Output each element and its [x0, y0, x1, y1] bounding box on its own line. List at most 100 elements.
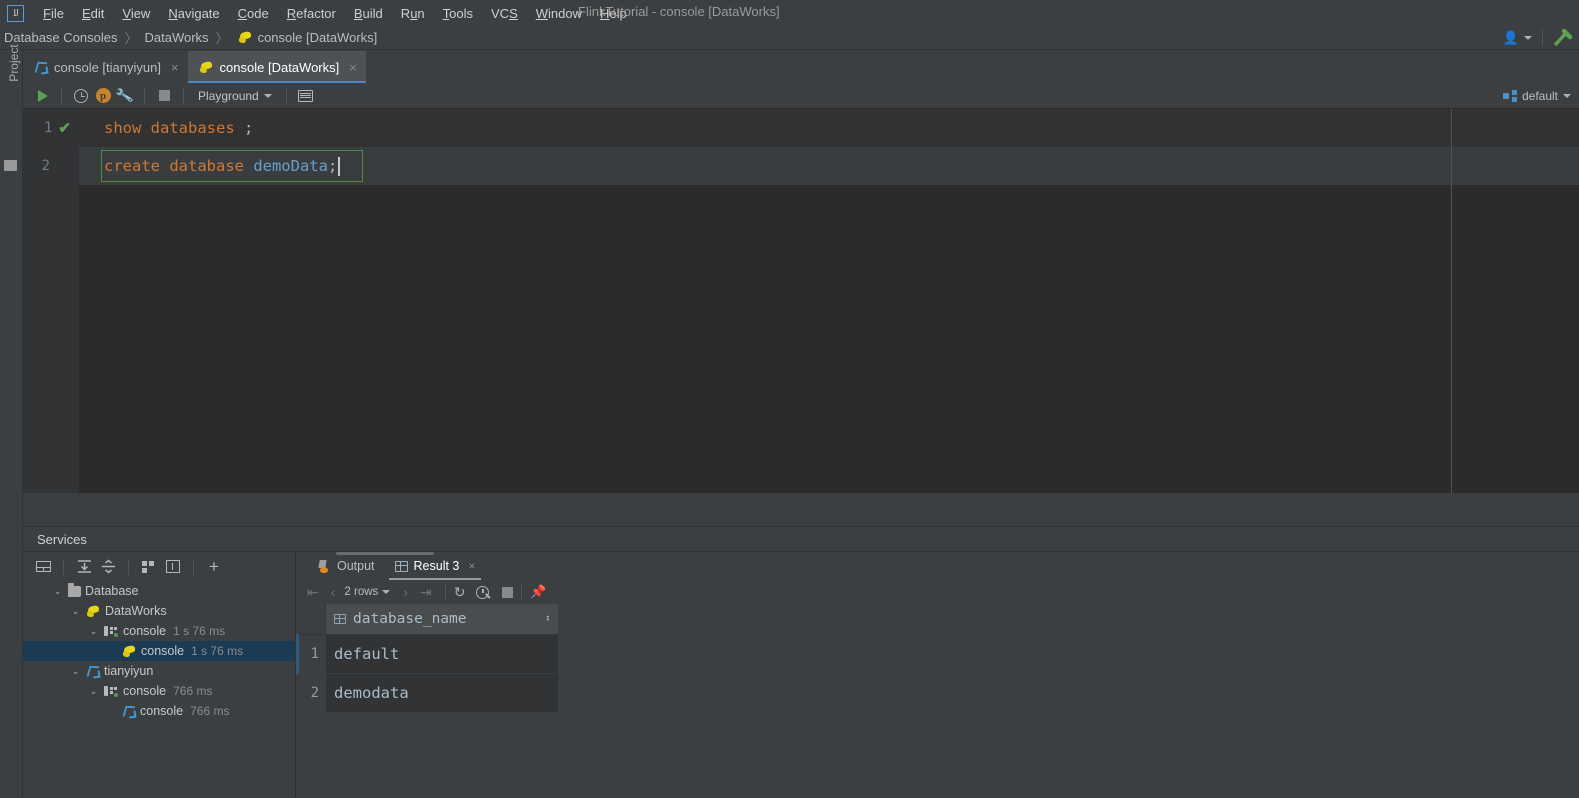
menu-refactor[interactable]: Refactor — [278, 3, 345, 24]
sort-indicator-icon[interactable]: ↕ — [545, 614, 550, 623]
menu-navigate[interactable]: Navigate — [159, 3, 228, 24]
data-grid-icon — [298, 89, 314, 102]
menu-code[interactable]: Code — [229, 3, 278, 24]
cell-database-name[interactable]: demodata — [325, 673, 558, 713]
data-grid-button[interactable] — [295, 85, 317, 107]
chevron-down-icon[interactable] — [1524, 36, 1532, 40]
group-by-button[interactable] — [137, 555, 161, 579]
user-account-icon[interactable]: 👤 — [1503, 30, 1519, 46]
editor-bottom-strip — [23, 493, 1579, 499]
menu-run[interactable]: Run — [392, 3, 434, 24]
tab-console-tianyiyun[interactable]: console [tianyiyun] × — [23, 51, 188, 83]
statement-success-icon: ✔ — [58, 119, 71, 137]
hive-icon — [122, 645, 137, 658]
code-line-1[interactable]: show databases ; — [79, 109, 1579, 147]
session-selector[interactable]: Playground — [192, 87, 278, 105]
tab-label: console [tianyiyun] — [54, 59, 161, 75]
breadcrumb-item-0[interactable]: Database Consoles — [4, 30, 117, 45]
cell-database-name[interactable]: default — [325, 634, 558, 674]
last-page-button[interactable]: ⇥ — [415, 585, 437, 599]
divider — [444, 585, 446, 599]
tab-console-dataworks[interactable]: console [DataWorks] × — [187, 51, 367, 83]
tree-item-dataworks[interactable]: ⌄ DataWorks — [23, 601, 295, 621]
sql-editor[interactable]: 1 ✔ 2 show databases ; create database d… — [23, 109, 1579, 499]
result-tab-close-icon[interactable]: × — [468, 559, 475, 573]
result-tab-label: Output — [337, 559, 375, 573]
table-row[interactable]: 2 demodata — [297, 673, 558, 713]
result-pane: Output Result 3 × ⇤ ‹ 2 rows › ⇥ ↻ 📌 dat… — [296, 551, 1579, 798]
twisty-icon[interactable]: ⌄ — [87, 626, 100, 637]
prev-page-button[interactable]: ‹ — [326, 585, 341, 599]
tree-item-database[interactable]: ⌄ Database — [23, 581, 295, 601]
add-frame-button[interactable] — [161, 555, 185, 579]
tree-item-tianyiyun[interactable]: ⌄ tianyiyun — [23, 661, 295, 681]
tab-close-icon[interactable]: × — [171, 61, 179, 74]
gutter-row-2: 2 — [23, 147, 79, 185]
profile-button[interactable]: p — [92, 85, 114, 107]
history-clock-icon — [74, 88, 88, 103]
hive-icon — [199, 61, 214, 74]
query-time-icon[interactable] — [476, 585, 490, 599]
table-row[interactable]: 1 default — [296, 634, 558, 674]
twisty-icon[interactable]: ⌄ — [87, 686, 100, 697]
breadcrumb-item-2[interactable]: console [DataWorks] — [258, 30, 378, 45]
twisty-icon[interactable]: ⌄ — [69, 666, 82, 677]
editor-tab-strip: console [tianyiyun] × console [DataWorks… — [23, 51, 1579, 83]
services-tree[interactable]: ⌄ Database ⌄ DataWorks ⌄ console 1 s 76 … — [23, 581, 296, 798]
intellij-logo-icon: IJ — [7, 4, 24, 22]
history-button[interactable] — [70, 85, 92, 107]
column-header-database-name[interactable]: database_name ↕ — [325, 604, 558, 635]
collapse-all-button[interactable] — [96, 555, 120, 579]
tab-label: console [DataWorks] — [219, 59, 340, 75]
tree-item-console-tianyiyun[interactable]: ⌄ console 766 ms — [23, 681, 295, 701]
tree-item-label: console — [140, 704, 184, 718]
menu-edit[interactable]: Edit — [73, 3, 113, 24]
tab-close-icon[interactable]: × — [349, 61, 357, 74]
show-panel-icon — [35, 561, 51, 572]
menu-tools[interactable]: Tools — [434, 3, 482, 24]
menu-file[interactable]: File — [34, 3, 73, 24]
menu-view[interactable]: View — [113, 3, 159, 24]
tab-result-3[interactable]: Result 3 × — [385, 552, 486, 580]
editor-gutter: 1 ✔ 2 — [23, 109, 79, 499]
divider — [183, 87, 184, 104]
cancel-query-button[interactable] — [502, 586, 514, 598]
twisty-icon[interactable]: ⌄ — [51, 586, 64, 597]
chevron-down-icon — [263, 93, 272, 98]
project-tool-window-button[interactable]: Project — [7, 33, 21, 93]
reload-button[interactable]: ↻ — [454, 585, 466, 599]
tab-output[interactable]: Output — [308, 552, 385, 580]
breadcrumb-item-1[interactable]: DataWorks — [144, 30, 208, 45]
build-hammer-icon[interactable] — [1553, 29, 1573, 47]
tree-item-console-dataworks-session[interactable]: console 1 s 76 ms — [23, 641, 295, 661]
tree-item-console-dataworks[interactable]: ⌄ console 1 s 76 ms — [23, 621, 295, 641]
code-area[interactable]: show databases ; create database demoDat… — [79, 109, 1579, 499]
menu-build[interactable]: Build — [345, 3, 392, 24]
stop-icon — [158, 90, 170, 101]
schema-selector[interactable]: default — [1502, 89, 1571, 103]
show-panel-button[interactable] — [31, 555, 55, 579]
menu-vcs[interactable]: VCS — [482, 3, 527, 24]
row-count-label[interactable]: 2 rows — [342, 586, 380, 598]
divider — [1542, 30, 1543, 46]
code-line-2[interactable]: create database demoData; — [79, 147, 1579, 185]
settings-button[interactable]: 🔧 — [114, 85, 136, 107]
run-button[interactable] — [31, 85, 53, 107]
first-page-button[interactable]: ⇤ — [302, 585, 324, 599]
expand-all-button[interactable] — [72, 555, 96, 579]
add-service-button[interactable]: + — [202, 555, 226, 579]
next-page-button[interactable]: › — [398, 585, 413, 599]
tree-item-console-tianyiyun-session[interactable]: console 766 ms — [23, 701, 295, 721]
result-grid[interactable]: database_name ↕ 1 default 2 demodata — [296, 552, 1579, 798]
twisty-icon[interactable]: ⌄ — [69, 606, 82, 617]
structure-icon[interactable] — [4, 160, 17, 171]
sql-punctuation: ; — [243, 119, 254, 137]
pin-tab-button[interactable]: 📌 — [530, 584, 546, 600]
p-circle-icon: p — [95, 88, 111, 103]
chevron-down-icon[interactable] — [382, 590, 391, 594]
chevron-down-icon — [1563, 93, 1571, 98]
horizontal-scrollbar-thumb[interactable] — [336, 552, 434, 555]
result-toolbar: ⇤ ‹ 2 rows › ⇥ ↻ 📌 — [296, 580, 1579, 604]
services-title: Services — [37, 531, 87, 547]
stop-button[interactable] — [153, 85, 175, 107]
